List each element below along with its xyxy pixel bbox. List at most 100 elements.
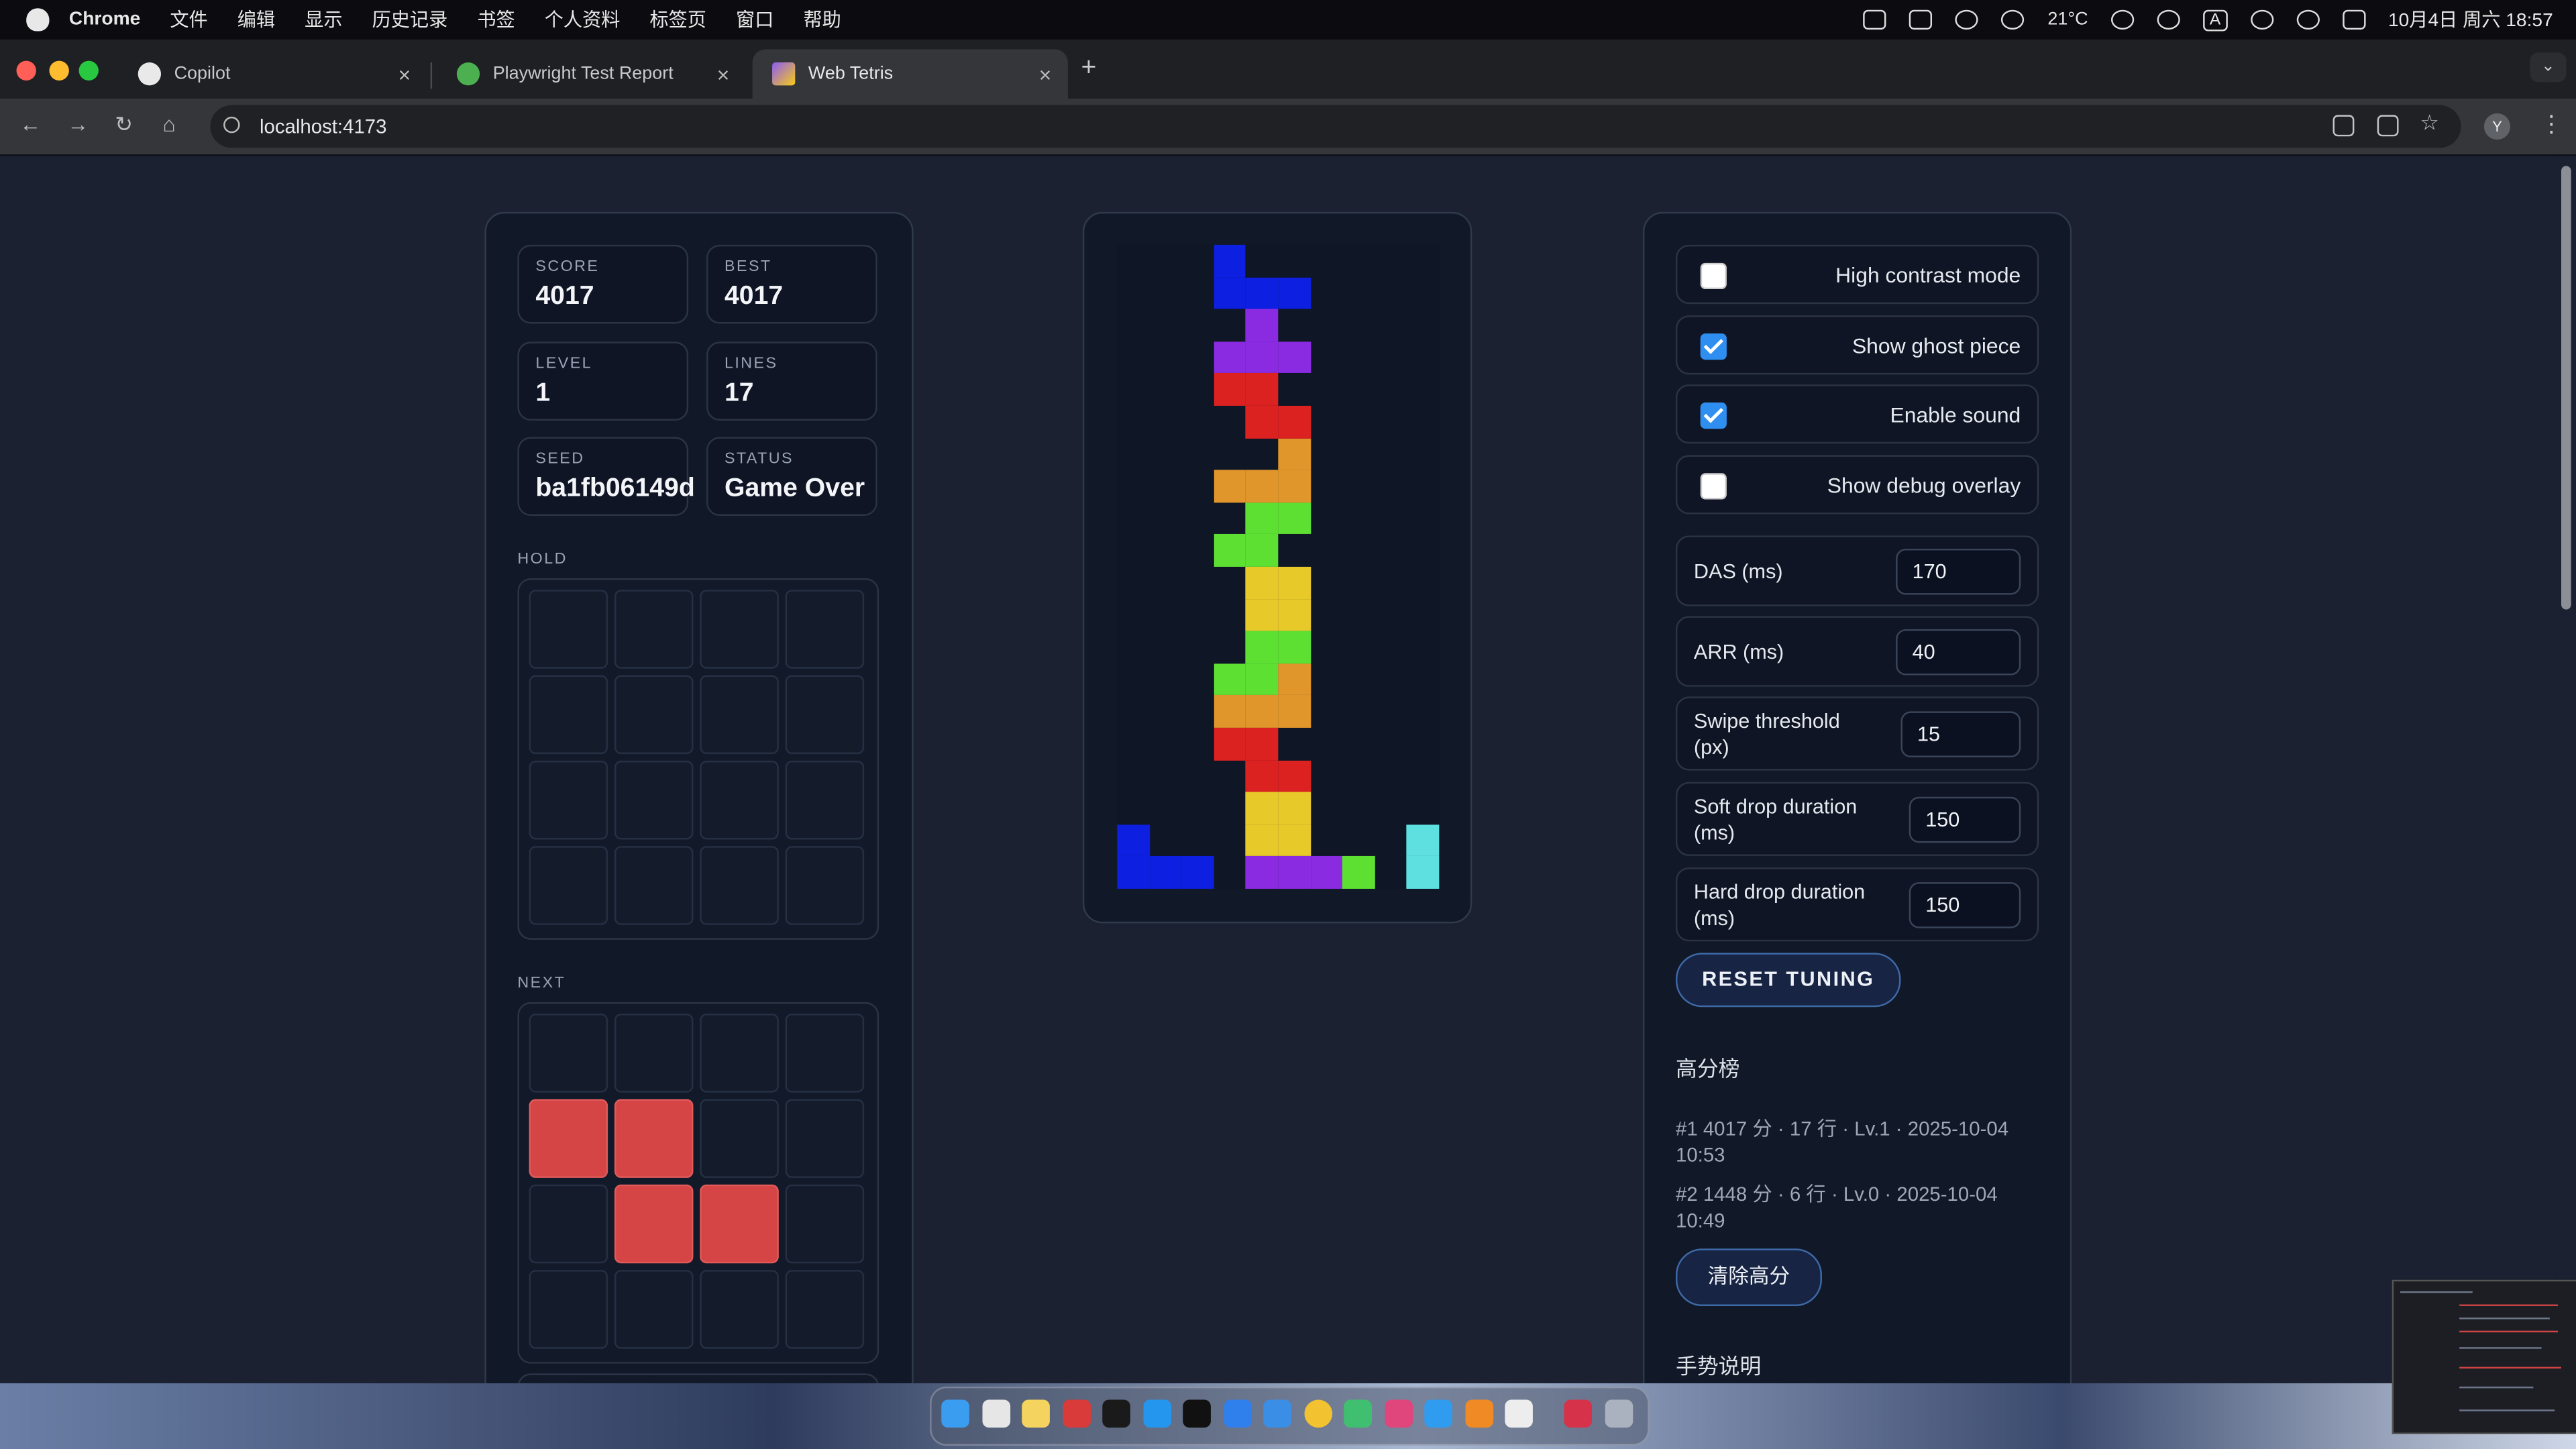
notes-icon[interactable]	[1022, 1399, 1050, 1428]
menu-item-history[interactable]: 历史记录	[372, 7, 448, 33]
play-app-icon[interactable]	[1344, 1399, 1372, 1428]
menu-item-edit[interactable]: 编辑	[237, 7, 275, 33]
utility-app-icon[interactable]	[1505, 1399, 1533, 1428]
safari-icon[interactable]	[1263, 1399, 1291, 1428]
page-scrollbar[interactable]	[2556, 156, 2576, 1384]
tab-search-button[interactable]: ⌄	[2530, 52, 2567, 83]
docker-icon[interactable]	[1143, 1399, 1172, 1428]
status-card: STATUS Game Over	[706, 437, 877, 516]
hard-drop-input[interactable]: 150	[1909, 882, 2021, 928]
menu-item-view[interactable]: 显示	[305, 7, 342, 33]
media-app-icon[interactable]	[1424, 1399, 1452, 1428]
profile-avatar[interactable]: Y	[2483, 113, 2511, 140]
chrome-icon[interactable]	[1304, 1399, 1333, 1428]
tab-close-icon[interactable]: ×	[398, 62, 411, 87]
github-icon	[138, 62, 162, 86]
menu-item-tab[interactable]: 标签页	[649, 7, 706, 33]
music-app-icon[interactable]	[1385, 1399, 1413, 1428]
control-center-icon[interactable]	[2342, 9, 2365, 30]
arr-input[interactable]: 40	[1896, 629, 2021, 676]
debug-overlay-checkbox[interactable]	[1700, 473, 1727, 500]
tab-web-tetris[interactable]: Web Tetris ×	[752, 49, 1068, 99]
tab-copilot[interactable]: Copilot ×	[118, 49, 427, 98]
option-ghost-piece[interactable]: Show ghost piece	[1675, 315, 2039, 375]
trash-icon[interactable]	[1605, 1399, 1633, 1428]
scrollbar-thumb[interactable]	[2561, 166, 2571, 610]
battery-app-icon[interactable]	[1909, 9, 1933, 30]
activity-monitor-icon[interactable]	[1102, 1399, 1130, 1428]
thumbnail-line	[2459, 1347, 2542, 1349]
cloud-sync-icon[interactable]	[1955, 9, 1979, 30]
spotlight-search-icon[interactable]	[2296, 9, 2320, 30]
calendar-icon[interactable]	[1864, 9, 1887, 30]
preview-cell	[785, 590, 865, 669]
vite-icon	[772, 62, 796, 86]
translate-icon[interactable]	[2377, 115, 2399, 137]
pasta-app-icon[interactable]	[1564, 1399, 1593, 1428]
home-button[interactable]: ⌂	[162, 112, 175, 137]
reset-tuning-button[interactable]: RESET TUNING	[1675, 953, 1901, 1008]
app-icon[interactable]	[1063, 1399, 1091, 1428]
das-input[interactable]: 170	[1896, 548, 2021, 595]
board-block	[1117, 824, 1150, 857]
option-debug-overlay[interactable]: Show debug overlay	[1675, 455, 2039, 515]
time-machine-icon[interactable]	[2110, 9, 2135, 30]
soft-drop-input[interactable]: 150	[1909, 796, 2021, 843]
bookmark-star-icon[interactable]: ☆	[2420, 110, 2439, 136]
menu-item-help[interactable]: 帮助	[803, 7, 841, 33]
board-block	[1278, 341, 1311, 374]
url-text[interactable]: localhost:4173	[260, 115, 387, 138]
chrome-menu-icon[interactable]: ⋮	[2540, 110, 2563, 138]
weather-readout[interactable]: 21°C	[2047, 10, 2088, 30]
wifi-icon[interactable]	[2250, 9, 2273, 30]
macos-menubar: Chrome 文件 编辑 显示 历史记录 书签 个人资料 标签页 窗口 帮助 2…	[0, 0, 2576, 40]
seed-value: ba1fb06149d	[535, 474, 695, 503]
menu-item-profiles[interactable]: 个人资料	[545, 7, 621, 33]
menu-item-file[interactable]: 文件	[170, 7, 207, 33]
option-label: Enable sound	[1890, 402, 2021, 427]
thumbnail-line	[2459, 1366, 2561, 1369]
forward-button[interactable]: →	[67, 112, 89, 137]
new-tab-button[interactable]: +	[1081, 54, 1096, 84]
terminal-icon[interactable]	[1183, 1399, 1211, 1428]
reload-button[interactable]: ↻	[115, 112, 133, 138]
game-board[interactable]	[1117, 244, 1440, 889]
option-label: Show debug overlay	[1827, 473, 2021, 498]
menu-item-window[interactable]: 窗口	[736, 7, 773, 33]
tab-close-icon[interactable]: ×	[1039, 62, 1052, 87]
freeform-icon[interactable]	[982, 1399, 1011, 1428]
thumbnail-line	[2459, 1409, 2555, 1411]
books-icon[interactable]	[1465, 1399, 1494, 1428]
menu-item-bookmarks[interactable]: 书签	[477, 7, 515, 33]
back-button[interactable]: ←	[19, 112, 41, 137]
screenshot-thumbnail[interactable]	[2392, 1279, 2576, 1434]
vscode-icon[interactable]	[1224, 1399, 1252, 1428]
play-icon[interactable]	[2157, 9, 2180, 30]
cast-icon[interactable]	[2332, 115, 2355, 137]
address-bar[interactable]: localhost:4173	[210, 105, 2461, 148]
thumbnail-line	[2400, 1291, 2473, 1293]
swipe-threshold-input[interactable]: 15	[1900, 711, 2021, 757]
board-block	[1214, 727, 1246, 760]
high-contrast-checkbox[interactable]	[1700, 262, 1727, 290]
board-block	[1278, 856, 1311, 889]
option-enable-sound[interactable]: Enable sound	[1675, 384, 2039, 444]
clear-highscores-button[interactable]: 清除高分	[1675, 1248, 1822, 1306]
vpn-icon[interactable]	[2001, 9, 2025, 30]
apple-icon[interactable]	[26, 8, 50, 32]
window-zoom-button[interactable]	[78, 60, 99, 81]
ghost-piece-checkbox[interactable]	[1700, 333, 1727, 360]
input-method-indicator[interactable]: A	[2203, 9, 2227, 31]
option-high-contrast[interactable]: High contrast mode	[1675, 244, 2039, 305]
window-close-button[interactable]	[16, 60, 36, 81]
enable-sound-checkbox[interactable]	[1700, 402, 1727, 429]
window-minimize-button[interactable]	[49, 60, 69, 81]
menubar-clock[interactable]: 10月4日 周六 18:57	[2388, 7, 2553, 33]
tab-playwright-report[interactable]: Playwright Test Report ×	[437, 49, 745, 98]
score-value: 4017	[535, 282, 594, 311]
tab-close-icon[interactable]: ×	[717, 62, 730, 87]
finder-icon[interactable]	[941, 1399, 969, 1428]
menu-app-name[interactable]: Chrome	[69, 10, 140, 30]
board-block	[1310, 856, 1343, 889]
site-info-icon[interactable]	[223, 116, 240, 133]
